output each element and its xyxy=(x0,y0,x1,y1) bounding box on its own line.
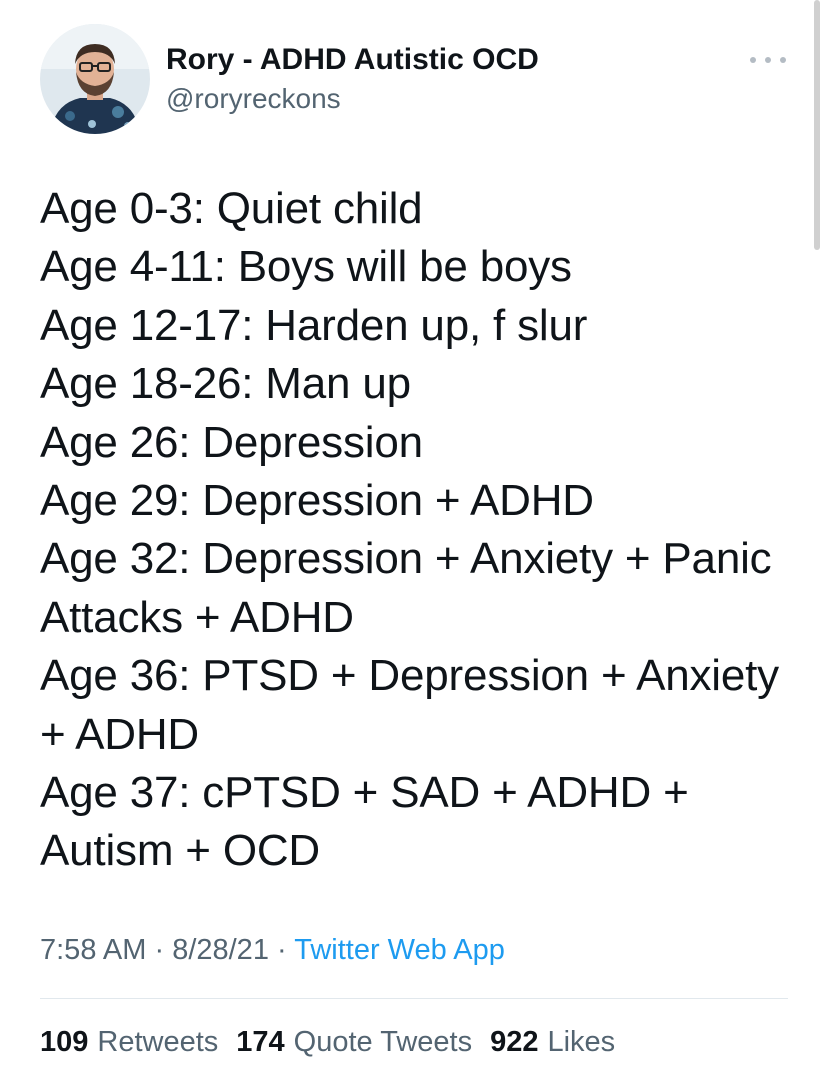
tweet-line: Age 18-26: Man up xyxy=(40,359,411,409)
avatar[interactable] xyxy=(40,24,150,134)
likes-label: Likes xyxy=(547,1026,616,1058)
profile-photo-icon xyxy=(40,24,150,134)
tweet-line: Age 0-3: Quiet child xyxy=(40,184,423,233)
retweets-label: Retweets xyxy=(97,1026,219,1058)
more-options-icon[interactable] xyxy=(750,50,786,70)
quote-tweets-label: Quote Tweets xyxy=(293,1026,473,1058)
tweet-line: Age 12-17: Harden up, f slur xyxy=(40,300,588,350)
meta-separator: · xyxy=(154,934,173,966)
quote-tweets-count: 174 xyxy=(236,1026,285,1058)
tweet-date[interactable]: 8/28/21 xyxy=(172,934,269,966)
retweets-stat[interactable]: 109 Retweets xyxy=(40,1022,218,1062)
tweet-source-link[interactable]: Twitter Web App xyxy=(294,934,505,966)
meta-separator: · xyxy=(277,934,295,966)
scrollbar[interactable] xyxy=(814,0,820,250)
dot xyxy=(780,57,786,63)
author-handle[interactable]: @roryreckons xyxy=(166,82,341,116)
tweet-line: Age 32: Depression + Anxiety + Panic xyxy=(40,534,772,584)
likes-count: 922 xyxy=(490,1026,539,1058)
dot xyxy=(750,57,756,63)
divider xyxy=(40,998,788,999)
likes-stat[interactable]: 922 Likes xyxy=(490,1022,615,1062)
tweet-line: Age 26: Depression xyxy=(40,417,423,467)
tweet-line: Age 29: Depression + ADHD xyxy=(40,476,594,526)
tweet-meta: 7:58 AM · 8/28/21 · Twitter Web App xyxy=(40,930,505,970)
tweet-line: Age 36: PTSD + Depression + Anxiety xyxy=(40,651,779,701)
dot xyxy=(765,57,771,63)
tweet-line: Autism + OCD xyxy=(40,826,320,876)
tweet-stats: 109 Retweets 174 Quote Tweets 922 Likes xyxy=(40,1022,633,1062)
tweet-line: + ADHD xyxy=(40,709,199,759)
tweet-text: Age 0-3: Quiet child Age 4-11: Boys will… xyxy=(40,180,800,881)
author-name[interactable]: Rory - ADHD Autistic OCD xyxy=(166,42,539,78)
tweet-page: Rory - ADHD Autistic OCD @roryreckons Ag… xyxy=(0,0,828,1084)
retweets-count: 109 xyxy=(40,1026,89,1058)
quote-tweets-stat[interactable]: 174 Quote Tweets xyxy=(236,1022,472,1062)
tweet-line: Attacks + ADHD xyxy=(40,592,354,642)
tweet-time[interactable]: 7:58 AM xyxy=(40,934,146,966)
tweet-line: Age 4-11: Boys will be boys xyxy=(40,242,572,292)
tweet-line: Age 37: cPTSD + SAD + ADHD + xyxy=(40,768,689,818)
